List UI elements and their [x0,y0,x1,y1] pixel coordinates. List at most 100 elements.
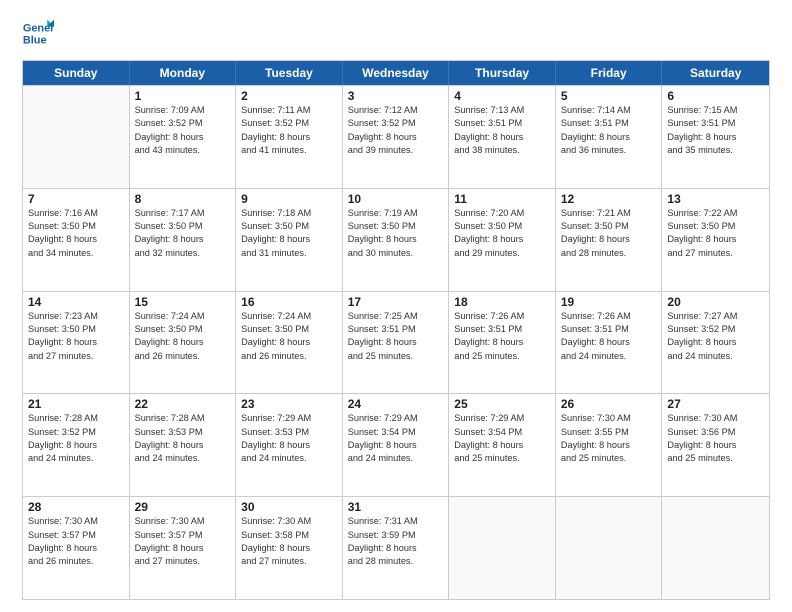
day-info: Sunrise: 7:09 AMSunset: 3:52 PMDaylight:… [135,104,231,157]
daylight-minutes-text: and 25 minutes. [667,453,732,463]
day-info: Sunrise: 7:21 AMSunset: 3:50 PMDaylight:… [561,207,657,260]
weekday-header-tuesday: Tuesday [236,61,343,85]
daylight-text: Daylight: 8 hours [28,337,97,347]
logo: General Blue [22,18,54,50]
day-info: Sunrise: 7:17 AMSunset: 3:50 PMDaylight:… [135,207,231,260]
sunrise-text: Sunrise: 7:17 AM [135,208,205,218]
sunset-text: Sunset: 3:51 PM [454,324,522,334]
daylight-text: Daylight: 8 hours [135,337,204,347]
svg-text:Blue: Blue [23,34,47,46]
daylight-minutes-text: and 38 minutes. [454,145,519,155]
day-info: Sunrise: 7:30 AMSunset: 3:57 PMDaylight:… [135,515,231,568]
sunrise-text: Sunrise: 7:13 AM [454,105,524,115]
day-info: Sunrise: 7:11 AMSunset: 3:52 PMDaylight:… [241,104,337,157]
day-number: 15 [135,295,231,309]
daylight-minutes-text: and 39 minutes. [348,145,413,155]
calendar-cell: 14Sunrise: 7:23 AMSunset: 3:50 PMDayligh… [23,292,130,394]
day-info: Sunrise: 7:28 AMSunset: 3:52 PMDaylight:… [28,412,124,465]
calendar-cell: 3Sunrise: 7:12 AMSunset: 3:52 PMDaylight… [343,86,450,188]
sunset-text: Sunset: 3:50 PM [135,324,203,334]
sunset-text: Sunset: 3:56 PM [667,427,735,437]
daylight-minutes-text: and 31 minutes. [241,248,306,258]
sunrise-text: Sunrise: 7:30 AM [561,413,631,423]
day-info: Sunrise: 7:30 AMSunset: 3:56 PMDaylight:… [667,412,764,465]
daylight-minutes-text: and 24 minutes. [667,351,732,361]
daylight-text: Daylight: 8 hours [454,440,523,450]
daylight-minutes-text: and 28 minutes. [561,248,626,258]
daylight-text: Daylight: 8 hours [135,234,204,244]
sunset-text: Sunset: 3:51 PM [348,324,416,334]
calendar-cell: 21Sunrise: 7:28 AMSunset: 3:52 PMDayligh… [23,394,130,496]
daylight-text: Daylight: 8 hours [135,543,204,553]
daylight-text: Daylight: 8 hours [454,234,523,244]
calendar-cell: 18Sunrise: 7:26 AMSunset: 3:51 PMDayligh… [449,292,556,394]
sunrise-text: Sunrise: 7:23 AM [28,311,98,321]
sunset-text: Sunset: 3:50 PM [348,221,416,231]
sunrise-text: Sunrise: 7:20 AM [454,208,524,218]
calendar-cell: 25Sunrise: 7:29 AMSunset: 3:54 PMDayligh… [449,394,556,496]
day-info: Sunrise: 7:30 AMSunset: 3:57 PMDaylight:… [28,515,124,568]
day-info: Sunrise: 7:15 AMSunset: 3:51 PMDaylight:… [667,104,764,157]
calendar-cell: 28Sunrise: 7:30 AMSunset: 3:57 PMDayligh… [23,497,130,599]
day-number: 21 [28,397,124,411]
day-info: Sunrise: 7:18 AMSunset: 3:50 PMDaylight:… [241,207,337,260]
day-number: 26 [561,397,657,411]
sunrise-text: Sunrise: 7:11 AM [241,105,310,115]
daylight-text: Daylight: 8 hours [348,543,417,553]
sunrise-text: Sunrise: 7:26 AM [561,311,631,321]
sunset-text: Sunset: 3:51 PM [667,118,735,128]
day-number: 24 [348,397,444,411]
daylight-text: Daylight: 8 hours [561,440,630,450]
daylight-text: Daylight: 8 hours [348,234,417,244]
day-number: 2 [241,89,337,103]
calendar-cell: 30Sunrise: 7:30 AMSunset: 3:58 PMDayligh… [236,497,343,599]
sunrise-text: Sunrise: 7:25 AM [348,311,418,321]
sunrise-text: Sunrise: 7:16 AM [28,208,98,218]
sunset-text: Sunset: 3:55 PM [561,427,629,437]
sunset-text: Sunset: 3:51 PM [561,324,629,334]
sunset-text: Sunset: 3:57 PM [135,530,203,540]
daylight-minutes-text: and 27 minutes. [135,556,200,566]
day-info: Sunrise: 7:27 AMSunset: 3:52 PMDaylight:… [667,310,764,363]
day-number: 1 [135,89,231,103]
sunset-text: Sunset: 3:51 PM [454,118,522,128]
calendar-week-4: 21Sunrise: 7:28 AMSunset: 3:52 PMDayligh… [23,393,769,496]
day-info: Sunrise: 7:29 AMSunset: 3:54 PMDaylight:… [348,412,444,465]
daylight-text: Daylight: 8 hours [28,234,97,244]
weekday-header-monday: Monday [130,61,237,85]
day-number: 18 [454,295,550,309]
calendar-week-2: 7Sunrise: 7:16 AMSunset: 3:50 PMDaylight… [23,188,769,291]
day-info: Sunrise: 7:24 AMSunset: 3:50 PMDaylight:… [241,310,337,363]
sunset-text: Sunset: 3:52 PM [667,324,735,334]
sunset-text: Sunset: 3:52 PM [28,427,96,437]
day-info: Sunrise: 7:22 AMSunset: 3:50 PMDaylight:… [667,207,764,260]
daylight-text: Daylight: 8 hours [241,440,310,450]
day-info: Sunrise: 7:30 AMSunset: 3:58 PMDaylight:… [241,515,337,568]
daylight-text: Daylight: 8 hours [667,132,736,142]
daylight-minutes-text: and 27 minutes. [28,351,93,361]
sunset-text: Sunset: 3:52 PM [241,118,309,128]
daylight-minutes-text: and 26 minutes. [135,351,200,361]
sunset-text: Sunset: 3:59 PM [348,530,416,540]
calendar-cell: 29Sunrise: 7:30 AMSunset: 3:57 PMDayligh… [130,497,237,599]
daylight-minutes-text: and 24 minutes. [561,351,626,361]
day-number: 20 [667,295,764,309]
day-number: 12 [561,192,657,206]
daylight-text: Daylight: 8 hours [241,543,310,553]
calendar-cell: 7Sunrise: 7:16 AMSunset: 3:50 PMDaylight… [23,189,130,291]
calendar-cell: 2Sunrise: 7:11 AMSunset: 3:52 PMDaylight… [236,86,343,188]
day-info: Sunrise: 7:29 AMSunset: 3:54 PMDaylight:… [454,412,550,465]
calendar-cell: 24Sunrise: 7:29 AMSunset: 3:54 PMDayligh… [343,394,450,496]
day-number: 23 [241,397,337,411]
sunrise-text: Sunrise: 7:18 AM [241,208,311,218]
daylight-text: Daylight: 8 hours [348,337,417,347]
daylight-minutes-text: and 30 minutes. [348,248,413,258]
daylight-text: Daylight: 8 hours [561,132,630,142]
calendar-cell: 4Sunrise: 7:13 AMSunset: 3:51 PMDaylight… [449,86,556,188]
day-info: Sunrise: 7:14 AMSunset: 3:51 PMDaylight:… [561,104,657,157]
daylight-text: Daylight: 8 hours [28,440,97,450]
calendar-cell: 11Sunrise: 7:20 AMSunset: 3:50 PMDayligh… [449,189,556,291]
sunrise-text: Sunrise: 7:21 AM [561,208,631,218]
calendar-cell [556,497,663,599]
daylight-minutes-text: and 26 minutes. [28,556,93,566]
